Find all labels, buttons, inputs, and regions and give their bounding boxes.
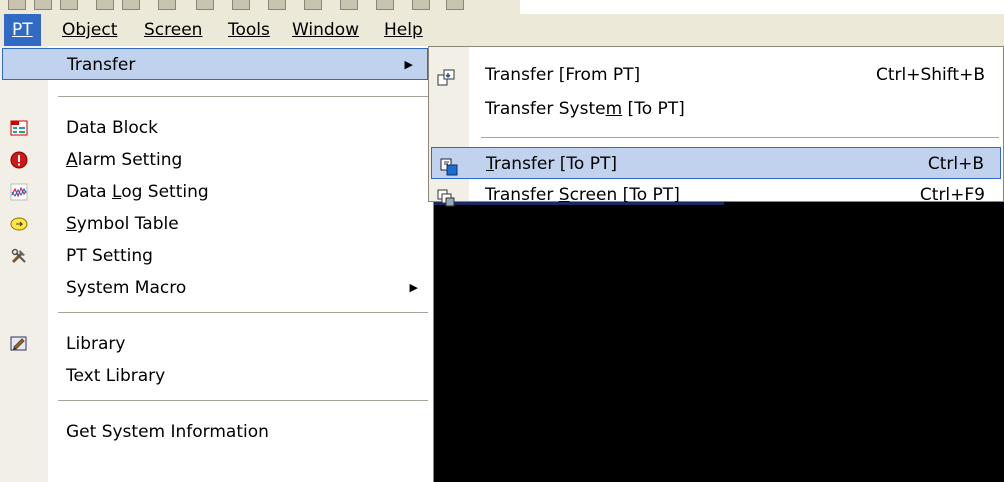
menu-object[interactable]: Object — [54, 14, 125, 46]
menu-item-transfer[interactable]: Transfer ▶ — [2, 48, 428, 80]
menu-item-label: Transfer — [67, 55, 136, 75]
toolbar-button[interactable] — [34, 0, 52, 10]
menu-item-label: PT Setting — [66, 246, 153, 266]
menu-item-label: Get System Information — [66, 422, 269, 442]
toolbar-button[interactable] — [304, 0, 322, 10]
toolbar-button[interactable] — [122, 0, 140, 10]
menu-separator — [58, 400, 428, 401]
menu-item-pt-setting[interactable]: PT Setting — [0, 240, 432, 272]
menu-item-text-library[interactable]: Text Library — [0, 360, 432, 392]
submenu-item-label: Transfer System [To PT] — [485, 99, 685, 119]
menu-tools[interactable]: Tools — [220, 14, 278, 46]
transfer-submenu: Transfer [From PT] Ctrl+Shift+B Transfer… — [428, 46, 1004, 207]
menu-item-alarm-setting[interactable]: Alarm Setting — [0, 144, 432, 176]
menu-item-label: Library — [66, 334, 126, 354]
data-log-icon — [10, 183, 28, 201]
library-icon — [10, 335, 28, 353]
toolbar-strip — [0, 0, 520, 14]
alarm-icon — [10, 151, 28, 169]
toolbar-button[interactable] — [446, 0, 464, 10]
transfer-from-pt-icon — [437, 66, 455, 86]
shortcut-label: Ctrl+F9 — [919, 185, 985, 205]
toolbar-button[interactable] — [158, 0, 176, 10]
menu-item-data-log-setting[interactable]: Data Log Setting — [0, 176, 432, 208]
shortcut-label: Ctrl+B — [927, 154, 984, 174]
toolbar-button[interactable] — [268, 0, 286, 10]
transfer-screen-icon — [437, 186, 455, 207]
menu-bar: PT Object Screen Tools Window Help — [0, 14, 1004, 46]
screen-canvas[interactable] — [434, 202, 1004, 482]
submenu-separator — [481, 137, 999, 138]
submenu-item-label: Transfer Screen [To PT] — [485, 185, 680, 205]
toolbar-button[interactable] — [196, 0, 214, 10]
menu-pt[interactable]: PT — [4, 14, 41, 46]
transfer-to-pt-icon — [440, 155, 458, 176]
pt-menu: Transfer ▶ Data Block Alarm Setting Data… — [0, 46, 434, 482]
submenu-arrow-icon: ▶ — [409, 281, 418, 294]
toolbar-button[interactable] — [8, 0, 26, 10]
menu-item-label: Text Library — [66, 366, 166, 386]
symbol-table-icon — [10, 215, 28, 233]
menu-item-label: Alarm Setting — [66, 150, 183, 170]
submenu-item-transfer-screen-to-pt[interactable]: Transfer Screen [To PT] Ctrl+F9 — [429, 179, 1003, 211]
menu-item-label: Data Block — [66, 118, 158, 138]
submenu-item-label: Transfer [From PT] — [485, 65, 641, 85]
shortcut-label: Ctrl+Shift+B — [875, 65, 985, 85]
menu-window[interactable]: Window — [284, 14, 367, 46]
menu-help[interactable]: Help — [376, 14, 431, 46]
submenu-arrow-icon: ▶ — [404, 58, 413, 71]
toolbar-button[interactable] — [232, 0, 250, 10]
menu-item-library[interactable]: Library — [0, 328, 432, 360]
toolbar-button[interactable] — [340, 0, 358, 10]
menu-item-get-system-information[interactable]: Get System Information — [0, 416, 432, 448]
toolbar-button[interactable] — [96, 0, 114, 10]
submenu-item-transfer-from-pt[interactable]: Transfer [From PT] Ctrl+Shift+B — [429, 59, 1003, 91]
toolbar-button[interactable] — [60, 0, 78, 10]
submenu-item-transfer-to-pt[interactable]: Transfer [To PT] Ctrl+B — [431, 147, 1001, 179]
submenu-item-transfer-system-to-pt[interactable]: Transfer System [To PT] — [429, 93, 1003, 125]
data-block-icon — [10, 119, 28, 137]
menu-item-system-macro[interactable]: System Macro ▶ — [0, 272, 432, 304]
menu-item-label: System Macro — [66, 278, 187, 298]
menu-item-data-block[interactable]: Data Block — [0, 112, 432, 144]
tools-icon — [10, 247, 28, 265]
menu-screen[interactable]: Screen — [136, 14, 210, 46]
menu-item-label: Symbol Table — [66, 214, 179, 234]
menu-item-label: Data Log Setting — [66, 182, 209, 202]
toolbar-button[interactable] — [376, 0, 394, 10]
menu-separator — [58, 96, 428, 97]
toolbar-button[interactable] — [412, 0, 430, 10]
menu-separator — [58, 312, 428, 313]
submenu-item-label: Transfer [To PT] — [486, 154, 617, 174]
menu-item-symbol-table[interactable]: Symbol Table — [0, 208, 432, 240]
